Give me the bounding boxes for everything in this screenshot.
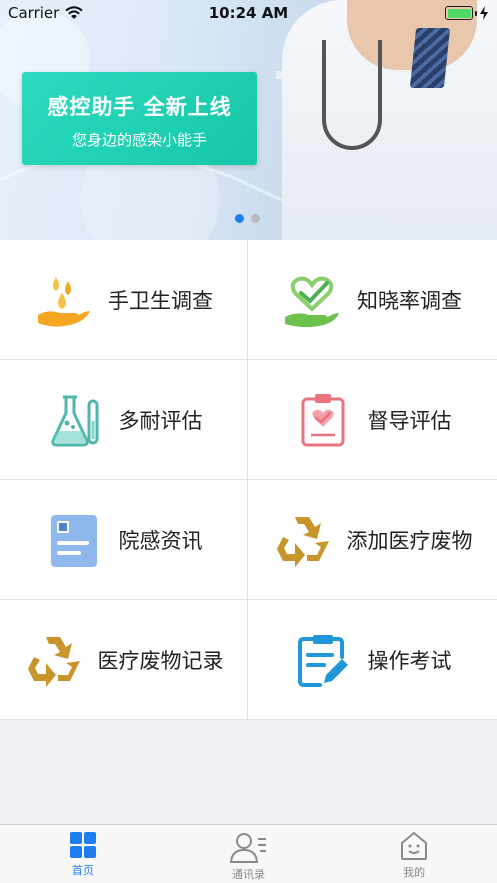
menu-item-hand-hygiene[interactable]: 手卫生调查 — [0, 240, 248, 360]
menu-label: 操作考试 — [367, 648, 452, 673]
carrier-label: Carrier — [8, 4, 60, 22]
menu-item-medical-waste-records[interactable]: 医疗废物记录 — [0, 600, 248, 720]
stethoscope-icon — [322, 40, 382, 150]
tab-bar: 首页 通讯录 我的 — [0, 824, 497, 883]
heart-hand-icon — [283, 271, 341, 329]
tab-contacts[interactable]: 通讯录 — [166, 825, 332, 883]
tab-home[interactable]: 首页 — [0, 825, 166, 883]
menu-item-infection-news[interactable]: 院感资讯 — [0, 480, 248, 600]
doctor-tie — [409, 28, 451, 88]
carousel-dot-2[interactable] — [251, 214, 260, 223]
menu-item-mdro-assessment[interactable]: 多耐评估 — [0, 360, 248, 480]
battery-icon — [445, 6, 489, 20]
menu-item-supervision-assessment[interactable]: 督导评估 — [248, 360, 497, 480]
recycle-icon — [273, 511, 331, 569]
menu-label: 添加医疗废物 — [346, 528, 473, 553]
banner-card: 感控助手 全新上线 您身边的感染小能手 — [22, 72, 257, 165]
charging-bolt-icon — [480, 6, 488, 20]
tab-label: 我的 — [403, 866, 426, 879]
hand-hygiene-icon — [34, 271, 92, 329]
status-left: Carrier — [8, 4, 83, 22]
carousel-dot-1[interactable] — [235, 214, 244, 223]
recycle-icon — [24, 631, 82, 689]
carousel-indicator[interactable] — [235, 214, 260, 223]
tab-mine[interactable]: 我的 — [331, 825, 497, 883]
menu-label: 多耐评估 — [118, 408, 203, 433]
edit-document-icon — [294, 631, 352, 689]
menu-item-operation-exam[interactable]: 操作考试 — [248, 600, 497, 720]
menu-label: 手卫生调查 — [108, 288, 213, 313]
menu-label: 督导评估 — [367, 408, 452, 433]
profile-house-icon — [401, 831, 428, 860]
clipboard-heart-icon — [294, 391, 352, 449]
flask-icon — [45, 391, 103, 449]
contacts-icon — [229, 833, 266, 863]
banner-subtitle: 您身边的感染小能手 — [71, 131, 207, 149]
home-grid-icon — [69, 832, 96, 858]
menu-label: 知晓率调查 — [357, 288, 462, 313]
feature-grid: 手卫生调查 知晓率调查 多耐评估 督导评估 院感资讯 添加医疗废物 医疗废物记录… — [0, 240, 497, 720]
menu-item-awareness-survey[interactable]: 知晓率调查 — [248, 240, 497, 360]
tab-label: 首页 — [71, 864, 94, 877]
news-document-icon — [45, 511, 103, 569]
menu-label: 医疗废物记录 — [97, 648, 224, 673]
tab-label: 通讯录 — [232, 868, 265, 881]
wifi-icon — [65, 6, 83, 19]
status-bar: Carrier 10:24 AM — [0, 0, 497, 26]
menu-label: 院感资讯 — [118, 528, 203, 553]
banner-title: 感控助手 全新上线 — [47, 95, 232, 119]
menu-item-add-medical-waste[interactable]: 添加医疗废物 — [248, 480, 497, 600]
banner-carousel[interactable]: 感控助手 全新上线 您身边的感染小能手 — [0, 0, 497, 240]
